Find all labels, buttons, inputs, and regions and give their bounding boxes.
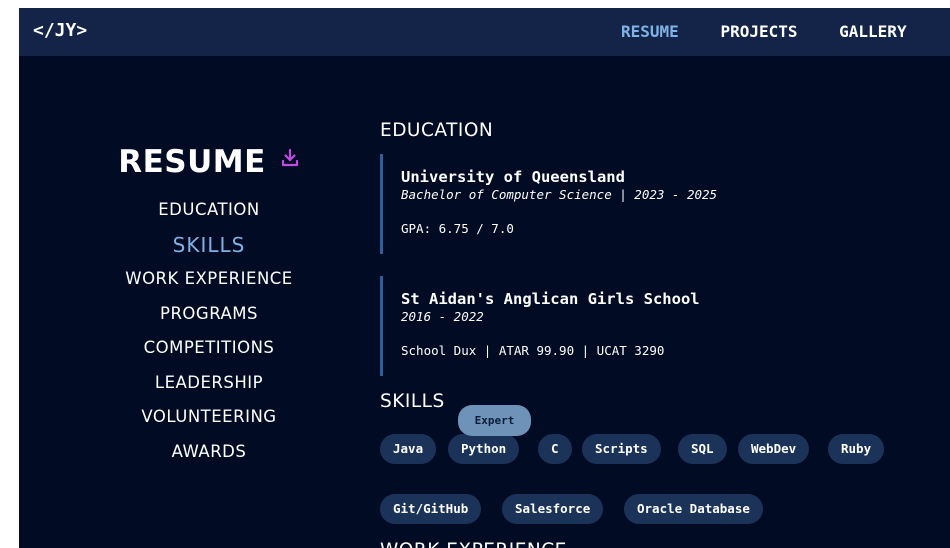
education-subtitle: Bachelor of Computer Science | 2023 - 20…: [401, 187, 718, 202]
skill-pill-python[interactable]: Python: [448, 434, 520, 464]
site-logo[interactable]: </JY>: [33, 20, 87, 41]
education-school: University of Queensland: [401, 168, 625, 186]
sidebar-item-education[interactable]: EDUCATION: [91, 193, 327, 228]
nav-link-gallery[interactable]: GALLERY: [839, 22, 906, 41]
education-detail: GPA: 6.75 / 7.0: [401, 221, 514, 236]
sidebar-title: RESUME: [118, 144, 266, 180]
sidebar-item-skills[interactable]: SKILLS: [91, 228, 327, 263]
download-icon[interactable]: [280, 148, 300, 168]
skill-pill-oracle-database[interactable]: Oracle Database: [624, 494, 763, 524]
skill-level-tooltip: Expert: [458, 405, 531, 436]
resume-sidebar: RESUME EDUCATION SKILLS WORK EXPERIENCE …: [91, 144, 327, 469]
education-subtitle: 2016 - 2022: [401, 309, 484, 324]
skill-pill-c[interactable]: C: [538, 434, 572, 464]
sidebar-item-leadership[interactable]: LEADERSHIP: [91, 366, 327, 401]
skill-pill-webdev[interactable]: WebDev: [738, 434, 810, 464]
work-experience-heading: WORK EXPERIENCE: [380, 540, 567, 548]
skill-pill-git-github[interactable]: Git/GitHub: [380, 494, 482, 524]
page-viewport: </JY> RESUME PROJECTS GALLERY RESUME EDU…: [19, 8, 950, 548]
skills-heading: SKILLS: [380, 391, 445, 412]
education-entry: University of Queensland Bachelor of Com…: [380, 154, 900, 254]
nav-links: RESUME PROJECTS GALLERY: [621, 22, 939, 41]
nav-link-resume[interactable]: RESUME: [621, 22, 679, 41]
education-heading: EDUCATION: [380, 120, 494, 141]
sidebar-title-row: RESUME: [91, 144, 327, 188]
skill-pill-ruby[interactable]: Ruby: [828, 434, 885, 464]
sidebar-item-awards[interactable]: AWARDS: [91, 435, 327, 470]
skill-pill-salesforce[interactable]: Salesforce: [502, 494, 604, 524]
sidebar-item-work-experience[interactable]: WORK EXPERIENCE: [91, 262, 327, 297]
education-entry: St Aidan's Anglican Girls School 2016 - …: [380, 276, 900, 376]
top-navbar: </JY> RESUME PROJECTS GALLERY: [19, 8, 950, 56]
sidebar-item-volunteering[interactable]: VOLUNTEERING: [91, 400, 327, 435]
sidebar-item-competitions[interactable]: COMPETITIONS: [91, 331, 327, 366]
education-school: St Aidan's Anglican Girls School: [401, 290, 700, 308]
skill-pill-scripts[interactable]: Scripts: [582, 434, 661, 464]
nav-link-projects[interactable]: PROJECTS: [720, 22, 797, 41]
skill-pill-java[interactable]: Java: [380, 434, 437, 464]
education-detail: School Dux | ATAR 99.90 | UCAT 3290: [401, 343, 665, 358]
sidebar-item-programs[interactable]: PROGRAMS: [91, 297, 327, 332]
skill-pill-sql[interactable]: SQL: [678, 434, 727, 464]
